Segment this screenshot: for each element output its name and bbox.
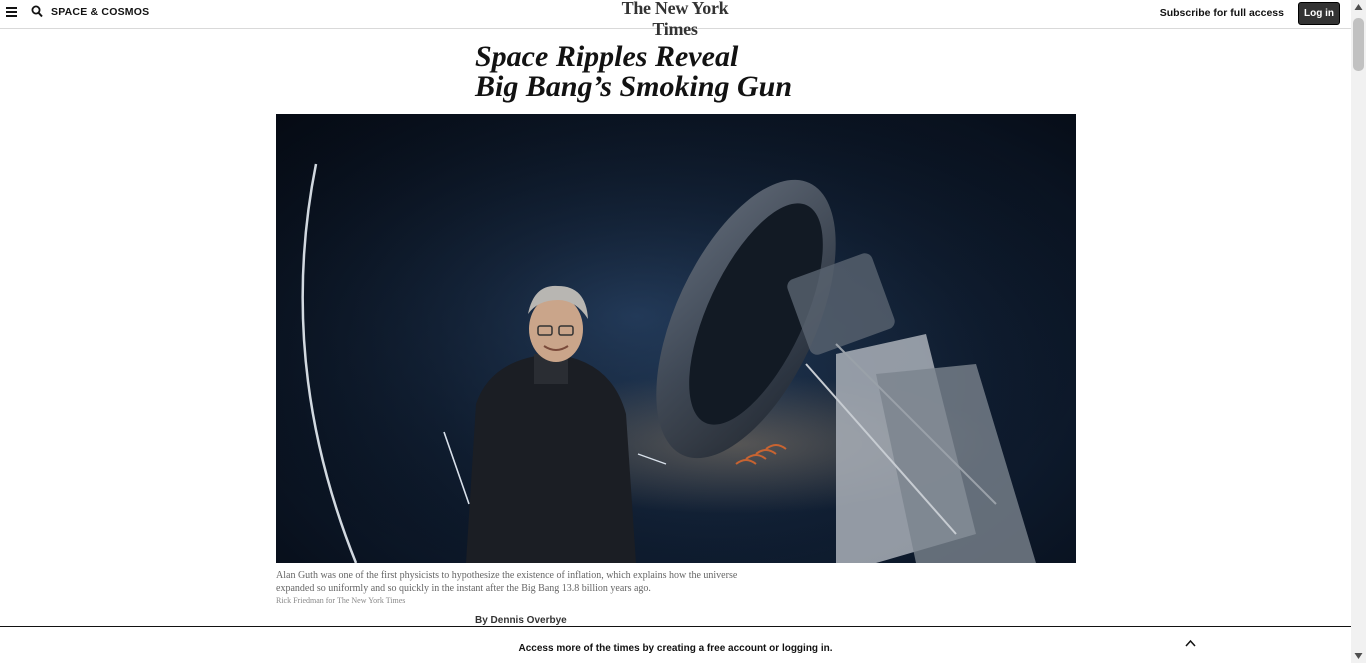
scroll-down-arrow-icon[interactable]: [1354, 652, 1363, 660]
chevron-up-icon[interactable]: [1185, 639, 1196, 647]
photo-illustration: [276, 114, 1076, 563]
scrollbar[interactable]: [1351, 0, 1366, 663]
photo-credit: Rick Friedman for The New York Times: [276, 596, 406, 605]
headline-line-2: Big Bang’s Smoking Gun: [475, 70, 793, 103]
search-icon[interactable]: [31, 5, 43, 18]
nyt-logo[interactable]: The New York Times: [600, 0, 750, 40]
login-button[interactable]: Log in: [1298, 2, 1340, 25]
scrollbar-thumb[interactable]: [1353, 18, 1364, 71]
registration-gateway-bar[interactable]: Access more of the times by creating a f…: [0, 626, 1351, 663]
byline: By Dennis Overbye: [475, 615, 567, 626]
menu-icon[interactable]: [6, 7, 17, 17]
headline-line-1: Space Ripples Reveal: [475, 40, 739, 73]
subscribe-link[interactable]: Subscribe for full access: [1160, 7, 1284, 19]
top-bar: SPACE & COSMOS The New York Times Subscr…: [0, 0, 1351, 39]
lead-photo: [276, 114, 1076, 563]
section-name-link[interactable]: SPACE & COSMOS: [51, 6, 149, 18]
gateway-message: Access more of the times by creating a f…: [518, 643, 833, 654]
scroll-up-arrow-icon[interactable]: [1354, 3, 1363, 11]
article-headline: Space Ripples Reveal Big Bang’s Smoking …: [475, 42, 995, 102]
photo-caption: Alan Guth was one of the first physicist…: [276, 570, 738, 594]
